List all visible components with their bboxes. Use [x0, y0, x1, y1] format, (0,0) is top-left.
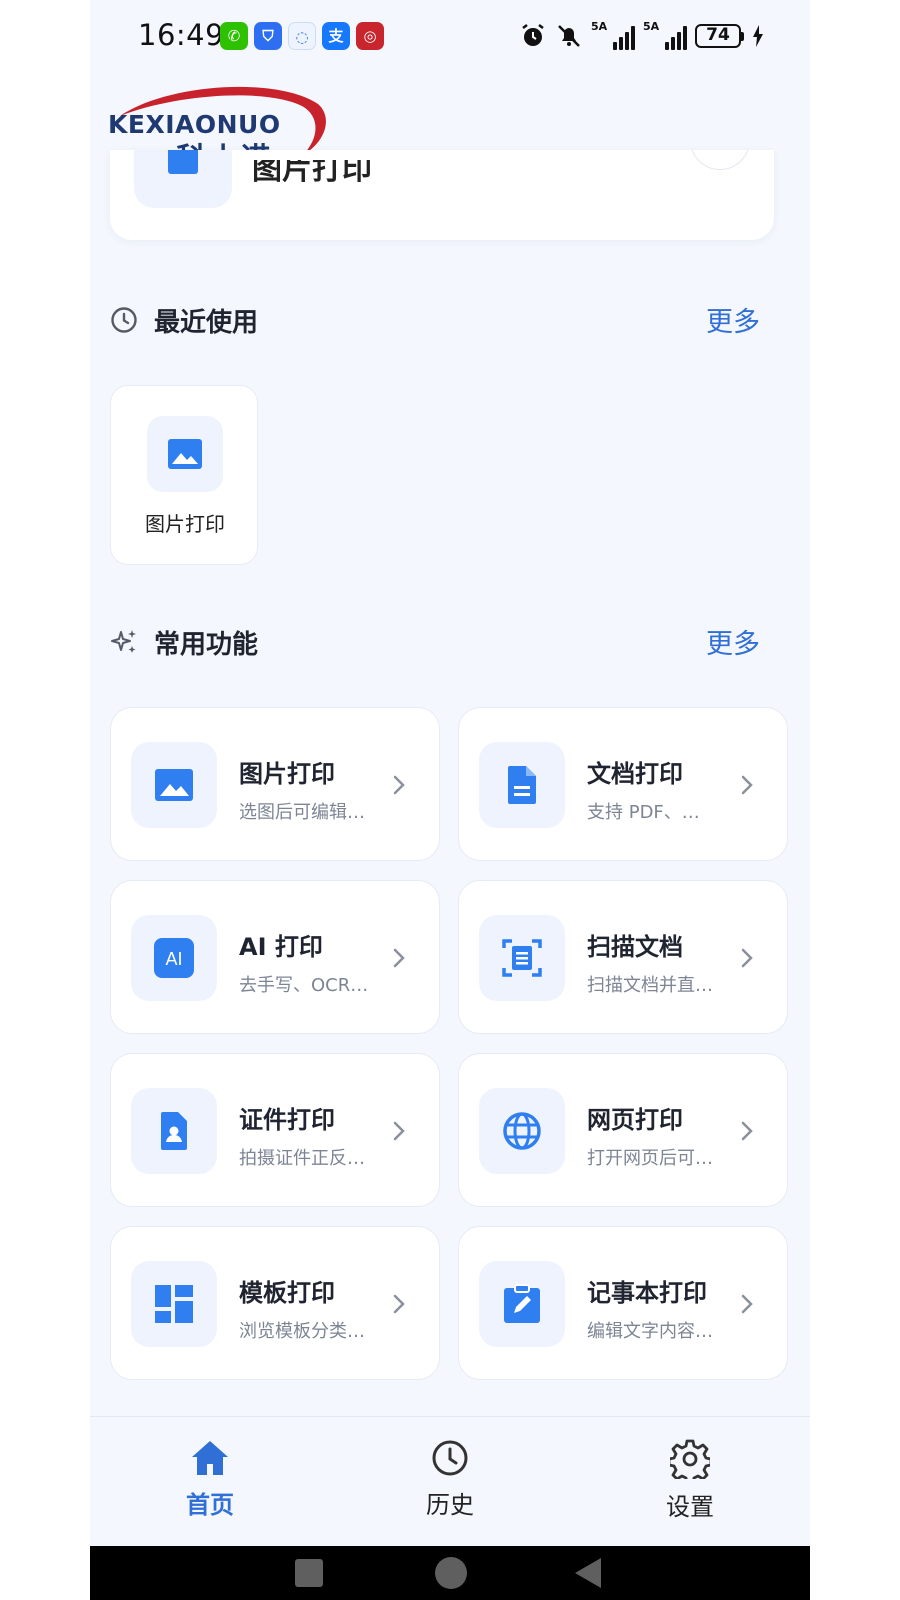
feature-subtitle: 编辑文字内容… — [587, 1321, 713, 1342]
bank-icon: ◎ — [356, 22, 384, 50]
status-bar: 16:49 ✆ ⛉ ◌ 支 ◎ 5A 5A 74 — [90, 0, 810, 72]
feature-title: 扫描文档 — [587, 933, 683, 961]
clock-icon — [111, 307, 137, 333]
feature-title: AI 打印 — [239, 933, 323, 961]
nav-label-home: 首页 — [186, 1491, 234, 1519]
feature-subtitle: 支持 PDF、… — [587, 802, 700, 823]
chat-bubble-icon: ◌ — [288, 22, 316, 50]
app-screen: 16:49 ✆ ⛉ ◌ 支 ◎ 5A 5A 74 KEXIAONUO 图片打印 … — [90, 0, 810, 1600]
signal-1-icon: 5A — [591, 20, 635, 50]
feature-title: 模板打印 — [239, 1279, 335, 1307]
document-icon — [479, 742, 565, 828]
feature-title: 网页打印 — [587, 1106, 683, 1134]
feature-title: 记事本打印 — [587, 1279, 707, 1307]
history-icon — [432, 1440, 468, 1476]
notepad-icon — [479, 1261, 565, 1347]
chevron-right-icon — [393, 948, 405, 968]
alipay-icon: 支 — [322, 22, 350, 50]
features-more-link[interactable]: 更多 — [706, 622, 760, 661]
template-icon — [131, 1261, 217, 1347]
feature-card-image-print[interactable]: 图片打印 选图后可编辑… — [110, 707, 440, 861]
feature-subtitle: 扫描文档并直… — [587, 975, 713, 996]
recent-section-header: 最近使用 更多 — [110, 300, 760, 340]
feature-card-document-print[interactable]: 文档打印 支持 PDF、… — [458, 707, 788, 861]
features-section-header: 常用功能 更多 — [110, 622, 760, 662]
chevron-right-icon — [690, 150, 750, 170]
chevron-right-icon — [741, 775, 753, 795]
gear-icon — [670, 1439, 710, 1479]
status-indicators: 5A 5A 74 — [519, 20, 764, 52]
mute-bell-icon — [558, 25, 580, 47]
system-nav-bar — [90, 1546, 810, 1600]
chevron-right-icon — [393, 1121, 405, 1141]
battery-icon: 74 — [695, 24, 744, 48]
feature-subtitle: 去手写、OCR… — [239, 975, 369, 996]
feature-title: 图片打印 — [239, 760, 335, 788]
feature-card-template-print[interactable]: 模板打印 浏览模板分类… — [110, 1226, 440, 1380]
top-feature-card[interactable]: 图片打印 — [110, 150, 774, 240]
status-time: 16:49 — [138, 18, 225, 52]
ai-icon: AI — [131, 915, 217, 1001]
nav-label-history: 历史 — [426, 1491, 474, 1519]
chevron-right-icon — [393, 1294, 405, 1314]
id-card-icon — [131, 1088, 217, 1174]
home-button[interactable] — [435, 1557, 467, 1589]
recent-item[interactable]: 图片打印 — [110, 385, 258, 565]
back-button[interactable] — [575, 1558, 601, 1588]
recent-apps-button[interactable] — [295, 1559, 323, 1587]
feature-subtitle: 浏览模板分类… — [239, 1321, 365, 1342]
home-icon — [192, 1441, 228, 1475]
bottom-nav: 首页 历史 设置 — [90, 1416, 810, 1546]
battery-level: 74 — [695, 24, 741, 48]
alarm-icon — [522, 24, 544, 46]
image-icon — [131, 742, 217, 828]
features-section-title: 常用功能 — [154, 630, 259, 660]
image-icon — [134, 150, 232, 208]
chevron-right-icon — [741, 1294, 753, 1314]
top-card-title: 图片打印 — [252, 160, 372, 182]
svg-text:AI: AI — [165, 949, 182, 969]
feature-card-web-print[interactable]: 网页打印 打开网页后可… — [458, 1053, 788, 1207]
scan-icon — [479, 915, 565, 1001]
chevron-right-icon — [741, 948, 753, 968]
chevron-right-icon — [741, 1121, 753, 1141]
feature-card-notepad-print[interactable]: 记事本打印 编辑文字内容… — [458, 1226, 788, 1380]
nav-item-history[interactable]: 历史 — [390, 1439, 510, 1529]
feature-title: 文档打印 — [587, 760, 683, 788]
feature-subtitle: 拍摄证件正反… — [239, 1148, 365, 1169]
feature-subtitle: 选图后可编辑… — [239, 802, 365, 823]
recent-more-link[interactable]: 更多 — [706, 300, 760, 339]
recent-section-title: 最近使用 — [154, 308, 259, 338]
signal-2-icon: 5A — [643, 20, 687, 50]
image-icon — [147, 416, 223, 492]
charging-icon — [753, 25, 763, 47]
wechat-icon: ✆ — [220, 22, 248, 50]
feature-subtitle: 打开网页后可… — [587, 1148, 713, 1169]
nav-item-home[interactable]: 首页 — [150, 1439, 270, 1529]
globe-icon — [479, 1088, 565, 1174]
nav-label-settings: 设置 — [666, 1493, 714, 1521]
chevron-right-icon — [393, 775, 405, 795]
security-icon: ⛉ — [254, 22, 282, 50]
sparkle-icon — [111, 630, 136, 653]
feature-card-ai-print[interactable]: AI AI 打印 去手写、OCR… — [110, 880, 440, 1034]
feature-card-scan-document[interactable]: 扫描文档 扫描文档并直… — [458, 880, 788, 1034]
feature-card-id-print[interactable]: 证件打印 拍摄证件正反… — [110, 1053, 440, 1207]
nav-item-settings[interactable]: 设置 — [630, 1439, 750, 1529]
recent-item-label: 图片打印 — [145, 512, 225, 536]
feature-title: 证件打印 — [239, 1106, 335, 1134]
